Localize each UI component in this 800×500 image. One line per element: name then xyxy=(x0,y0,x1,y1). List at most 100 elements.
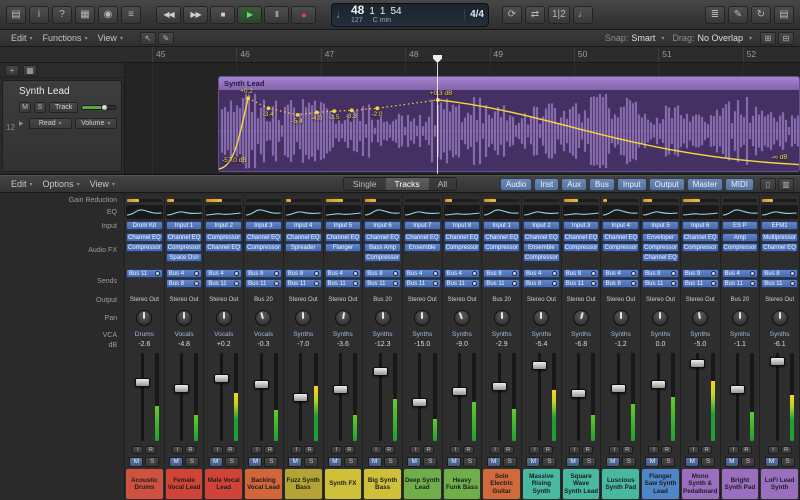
send-level-knob[interactable] xyxy=(154,271,160,276)
output-assignment[interactable]: Stereo Out xyxy=(403,294,442,306)
channel-nameplate[interactable]: Synth FX xyxy=(324,469,362,499)
track-volume-slider[interactable] xyxy=(81,104,117,111)
mute-button[interactable]: M xyxy=(724,456,739,467)
send-level-knob[interactable] xyxy=(551,271,557,276)
vca-assignment[interactable]: Synths xyxy=(482,330,521,340)
mute-button[interactable]: M xyxy=(129,456,144,467)
audio-fx-slot[interactable]: Channel EQ xyxy=(761,243,798,252)
mute-button[interactable]: M xyxy=(367,456,382,467)
vca-assignment[interactable]: Synths xyxy=(363,330,402,340)
mute-button[interactable]: M xyxy=(526,456,541,467)
filter-aux-button[interactable]: Aux xyxy=(561,177,588,191)
output-assignment[interactable]: Stereo Out xyxy=(204,294,243,306)
ruler-bar-number[interactable]: 50 xyxy=(573,47,658,62)
send-slot[interactable]: Bus 11 xyxy=(483,279,521,288)
replace-icon[interactable]: ⇄ xyxy=(525,5,545,24)
vca-assignment[interactable]: Vocals xyxy=(204,330,243,340)
input-slot[interactable]: Input 4 xyxy=(284,221,322,230)
pan-knob[interactable] xyxy=(215,310,232,326)
input-monitor-button[interactable]: I xyxy=(608,445,620,454)
ruler-bar-number[interactable]: 49 xyxy=(489,47,574,62)
volume-db-value[interactable]: -7.0 xyxy=(284,340,323,350)
record-enable-button[interactable]: R xyxy=(423,445,435,454)
input-slot[interactable]: Input 1 xyxy=(483,221,521,230)
ruler-bar-number[interactable]: 52 xyxy=(742,47,800,62)
send-slot[interactable]: Bus 4 xyxy=(721,269,759,278)
send-level-knob[interactable] xyxy=(710,281,716,286)
vca-assignment[interactable]: Synths xyxy=(284,330,323,340)
pan-knob[interactable] xyxy=(652,310,669,326)
eq-thumbnail[interactable] xyxy=(443,204,482,220)
send-level-knob[interactable] xyxy=(273,271,279,276)
filter-bus-button[interactable]: Bus xyxy=(589,177,615,191)
mixer-options-menu[interactable]: Options xyxy=(38,179,85,189)
pencil-tool-icon[interactable]: ✎ xyxy=(157,31,174,45)
send-level-knob[interactable] xyxy=(194,271,200,276)
send-level-knob[interactable] xyxy=(353,281,359,286)
input-monitor-button[interactable]: I xyxy=(569,445,581,454)
vca-assignment[interactable]: Drums xyxy=(125,330,164,340)
eq-thumbnail[interactable] xyxy=(641,204,680,220)
volume-db-value[interactable]: -5.0 xyxy=(681,340,720,350)
audio-fx-slot[interactable]: Channel EQ xyxy=(205,243,243,252)
time-signature-display[interactable]: 4/4 xyxy=(464,9,484,20)
send-level-knob[interactable] xyxy=(472,281,478,286)
track-lane[interactable]: Synth Lead -57.0 dB +0.2 -3.4 -5.4 -4.0 -3.5-… xyxy=(125,63,800,174)
output-assignment[interactable]: Stereo Out xyxy=(681,294,720,306)
volume-fader[interactable] xyxy=(730,385,746,395)
volume-db-value[interactable]: -1.2 xyxy=(601,340,640,350)
mute-button[interactable]: M xyxy=(248,456,263,467)
send-level-knob[interactable] xyxy=(631,281,637,286)
audio-fx-slot[interactable]: Channel EQ xyxy=(602,233,640,242)
vca-assignment[interactable]: Synths xyxy=(760,330,799,340)
mixer-edit-menu[interactable]: Edit xyxy=(6,179,38,189)
send-level-knob[interactable] xyxy=(750,281,756,286)
output-assignment[interactable]: Stereo Out xyxy=(760,294,799,306)
toolbar-icon[interactable]: ▦ xyxy=(75,5,95,24)
automation-parameter-select[interactable]: Volume xyxy=(74,118,117,129)
send-slot[interactable]: Bus 4 xyxy=(523,269,560,278)
record-enable-button[interactable]: R xyxy=(701,445,713,454)
audio-fx-slot[interactable]: Compressor xyxy=(523,253,560,262)
ruler-bar-number[interactable]: 47 xyxy=(320,47,405,62)
audio-fx-slot[interactable]: Channel EQ xyxy=(483,233,521,242)
output-assignment[interactable]: Stereo Out xyxy=(601,294,640,306)
eq-thumbnail[interactable] xyxy=(760,204,799,220)
quick-help-icon[interactable]: ? xyxy=(52,5,72,24)
solo-button[interactable]: S xyxy=(661,456,676,467)
input-monitor-button[interactable]: I xyxy=(767,445,779,454)
channel-nameplate[interactable]: Massive Rising Synth xyxy=(523,469,560,499)
output-assignment[interactable]: Stereo Out xyxy=(165,294,204,306)
list-editors-icon[interactable]: ≣ xyxy=(705,5,725,24)
disclosure-triangle-icon[interactable]: ▶ xyxy=(19,120,26,127)
output-assignment[interactable]: Stereo Out xyxy=(443,294,482,306)
input-monitor-button[interactable]: I xyxy=(251,445,263,454)
eq-thumbnail[interactable] xyxy=(482,204,521,220)
send-slot[interactable]: Bus 11 xyxy=(681,279,719,288)
send-level-knob[interactable] xyxy=(392,281,398,286)
record-enable-button[interactable]: R xyxy=(661,445,673,454)
record-enable-button[interactable]: R xyxy=(740,445,752,454)
input-monitor-button[interactable]: I xyxy=(727,445,739,454)
audio-fx-slot[interactable]: Channel EQ xyxy=(642,253,679,262)
pan-knob[interactable] xyxy=(731,310,748,326)
channel-nameplate[interactable]: Flanger Saw Synth Lead xyxy=(642,469,679,499)
vca-assignment[interactable]: Synths xyxy=(641,330,680,340)
solo-button[interactable]: S xyxy=(740,456,755,467)
volume-fader[interactable] xyxy=(491,381,507,391)
mute-button[interactable]: M xyxy=(685,456,700,467)
audio-fx-slot[interactable]: Compressor xyxy=(443,243,481,252)
volume-db-value[interactable]: -1.1 xyxy=(721,340,760,350)
input-slot[interactable]: Input 6 xyxy=(364,221,401,230)
add-track-button[interactable]: + xyxy=(5,64,19,76)
mute-button[interactable]: M xyxy=(407,456,422,467)
eq-thumbnail[interactable] xyxy=(681,204,720,220)
send-slot[interactable]: Bus 11 xyxy=(721,279,759,288)
audio-fx-slot[interactable]: Compressor xyxy=(483,243,521,252)
playhead[interactable] xyxy=(437,63,438,174)
pan-knob[interactable] xyxy=(295,310,312,326)
audio-fx-slot[interactable]: Channel EQ xyxy=(443,233,481,242)
track-button[interactable]: Track xyxy=(49,102,79,113)
send-slot[interactable]: Bus 8 xyxy=(364,269,401,278)
send-slot[interactable]: Bus 11 xyxy=(642,279,679,288)
